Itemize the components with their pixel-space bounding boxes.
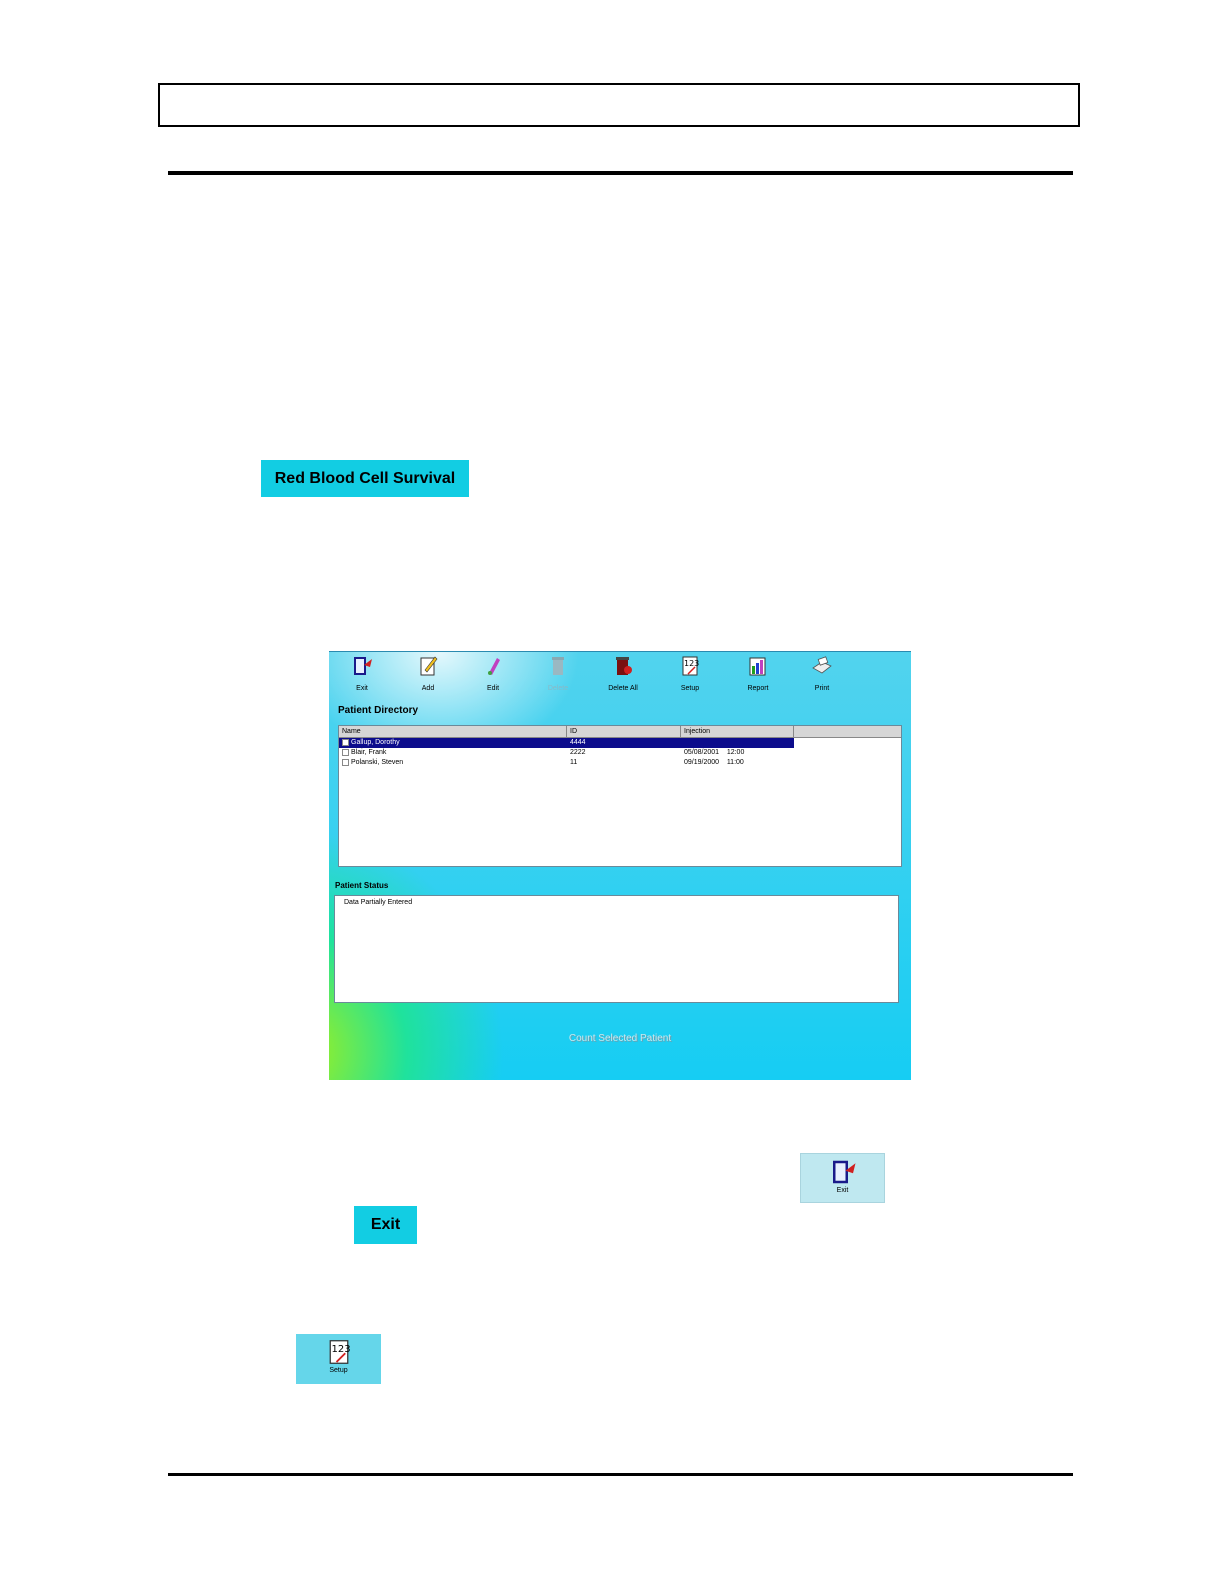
patient-list-header: Name ID Injection [339,726,901,738]
column-header-injection[interactable]: Injection [681,726,794,737]
print-printer-icon [812,656,832,674]
row-checkbox[interactable] [342,739,349,746]
toolbar-exit-button[interactable]: Exit [334,655,390,695]
row-checkbox[interactable] [342,749,349,756]
svg-text:123: 123 [331,1344,350,1355]
exit-door-icon [832,1160,855,1184]
table-row[interactable]: Gallup, Dorothy 4444 [339,738,794,748]
toolbar-setup-label: Setup [680,685,700,692]
exit-button[interactable]: Exit [354,1206,417,1244]
column-header-id[interactable]: ID [567,726,681,737]
count-selected-patient-button[interactable]: Count Selected Patient [329,1033,911,1044]
toolbar-exit-label: Exit [356,685,368,692]
patient-status-title: Patient Status [335,881,389,890]
toolbar-print-button[interactable]: Print [794,655,850,695]
delete-all-icon [616,657,632,675]
patient-name: Blair, Frank [351,749,387,756]
setup-icon-button[interactable]: 123 Setup [296,1334,381,1384]
patient-id: 2222 [570,749,586,756]
setup-calendar-icon: 123 [329,1340,350,1364]
patient-injection: 09/19/2000 11:00 [684,759,744,766]
table-row[interactable]: Blair, Frank 2222 05/08/2001 12:00 [339,748,794,758]
toolbar-print-label: Print [814,685,830,692]
toolbar-edit-label: Edit [486,685,500,692]
toolbar-report-label: Report [747,685,769,692]
svg-text:123: 123 [684,659,699,668]
toolbar-delete-label: Delete [547,685,569,692]
toolbar-add-label: Add [421,685,435,692]
top-rule [168,171,1073,175]
setup-calendar-icon: 123 [682,656,699,676]
exit-icon-button-label: Exit [836,1187,849,1194]
exit-button-label: Exit [370,1216,401,1233]
exit-door-icon [354,657,372,675]
header-box [158,83,1080,127]
report-chart-icon [749,657,766,676]
toolbar-delete-button[interactable]: Delete [530,655,586,695]
patient-list[interactable]: Name ID Injection Gallup, Dorothy 4444 B… [338,725,902,867]
row-checkbox[interactable] [342,759,349,766]
add-pencil-icon [420,656,438,676]
edit-pen-icon [488,658,500,675]
patient-id: 11 [570,759,578,766]
patient-injection [684,738,784,748]
patient-status-text: Data Partially Entered [344,899,413,906]
column-header-name[interactable]: Name [339,726,567,737]
patient-directory-window: Exit Add Edit Delete Delete All 123 Setu… [329,651,911,1080]
red-blood-cell-survival-button[interactable]: Red Blood Cell Survival [261,460,469,497]
bottom-rule [168,1473,1073,1476]
toolbar-delete-all-button[interactable]: Delete All [595,655,651,695]
toolbar-add-button[interactable]: Add [400,655,456,695]
delete-trash-icon [552,657,564,675]
patient-id: 4444 [570,739,586,746]
table-row[interactable]: Polanski, Steven 11 09/19/2000 11:00 [339,758,794,768]
toolbar-setup-button[interactable]: 123 Setup [662,655,718,695]
patient-name: Polanski, Steven [351,759,404,766]
patient-status-box: Data Partially Entered [334,895,899,1003]
patient-name: Gallup, Dorothy [351,739,400,746]
patient-injection: 05/08/2001 12:00 [684,749,745,756]
toolbar-report-button[interactable]: Report [730,655,786,695]
toolbar-delete-all-label: Delete All [608,685,638,692]
exit-icon-button[interactable]: Exit [800,1153,885,1203]
patient-directory-title: Patient Directory [338,705,419,716]
setup-icon-button-label: Setup [329,1367,348,1374]
toolbar-edit-button[interactable]: Edit [465,655,521,695]
